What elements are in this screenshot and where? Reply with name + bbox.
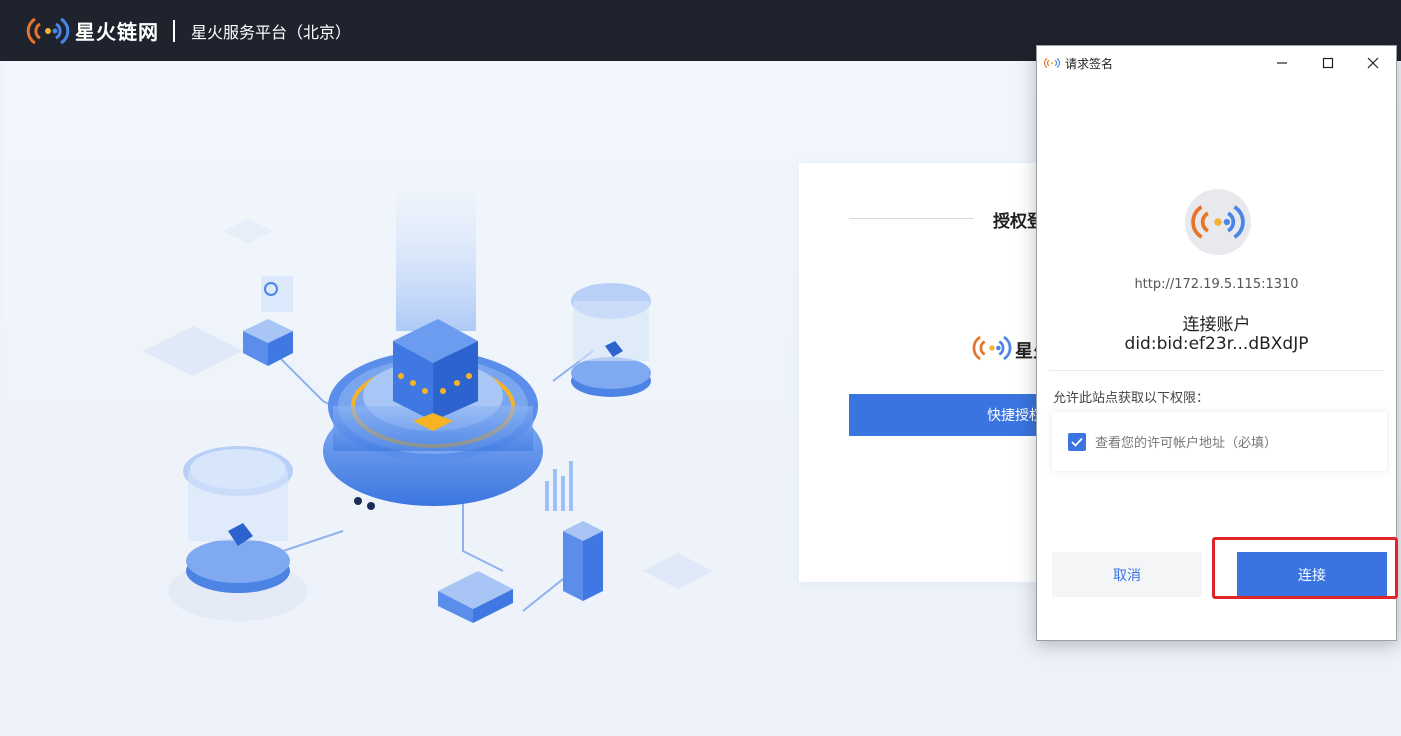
minimize-icon xyxy=(1277,62,1287,64)
dialog-title: 请求签名 xyxy=(1065,56,1114,71)
permission-item: 查看您的许可帐户地址（必填） xyxy=(1052,412,1387,471)
minimize-button[interactable] xyxy=(1259,46,1305,80)
dialog-logo xyxy=(1185,189,1251,255)
spark-logo-icon xyxy=(1044,58,1060,68)
platform-name: 星火服务平台（北京） xyxy=(191,22,352,42)
maximize-button[interactable] xyxy=(1305,46,1351,80)
checkmark-icon xyxy=(1071,437,1083,447)
permission-heading: 允许此站点获取以下权限： xyxy=(1053,391,1210,406)
spark-logo-icon xyxy=(1191,205,1245,239)
divider xyxy=(173,19,175,42)
brand-name: 星火链网 xyxy=(75,20,159,44)
cancel-button[interactable]: 取消 xyxy=(1052,552,1202,597)
site-url: http://172.19.5.115:1310 xyxy=(1134,277,1299,292)
dialog-titlebar[interactable]: 请求签名 xyxy=(1037,46,1396,80)
close-icon xyxy=(1367,57,1379,69)
permission-text: 查看您的许可帐户地址（必填） xyxy=(1095,436,1278,451)
spark-logo-icon xyxy=(26,17,70,44)
network-illustration xyxy=(143,181,713,623)
permission-checkbox[interactable] xyxy=(1068,432,1086,451)
close-button[interactable] xyxy=(1350,46,1396,80)
sign-request-dialog: 请求签名 http://172.19.5.115:1310 连接账户 did:b… xyxy=(1036,45,1397,641)
connect-account-label: 连接账户 xyxy=(1182,315,1251,335)
title-divider xyxy=(849,218,974,219)
connect-button[interactable]: 连接 xyxy=(1237,552,1387,597)
maximize-icon xyxy=(1322,57,1334,69)
account-did: did:bid:ef23r...dBXdJP xyxy=(1124,334,1309,354)
spark-logo-icon xyxy=(972,335,1012,361)
divider xyxy=(1049,370,1384,371)
brand[interactable]: 星火链网 xyxy=(25,15,159,47)
